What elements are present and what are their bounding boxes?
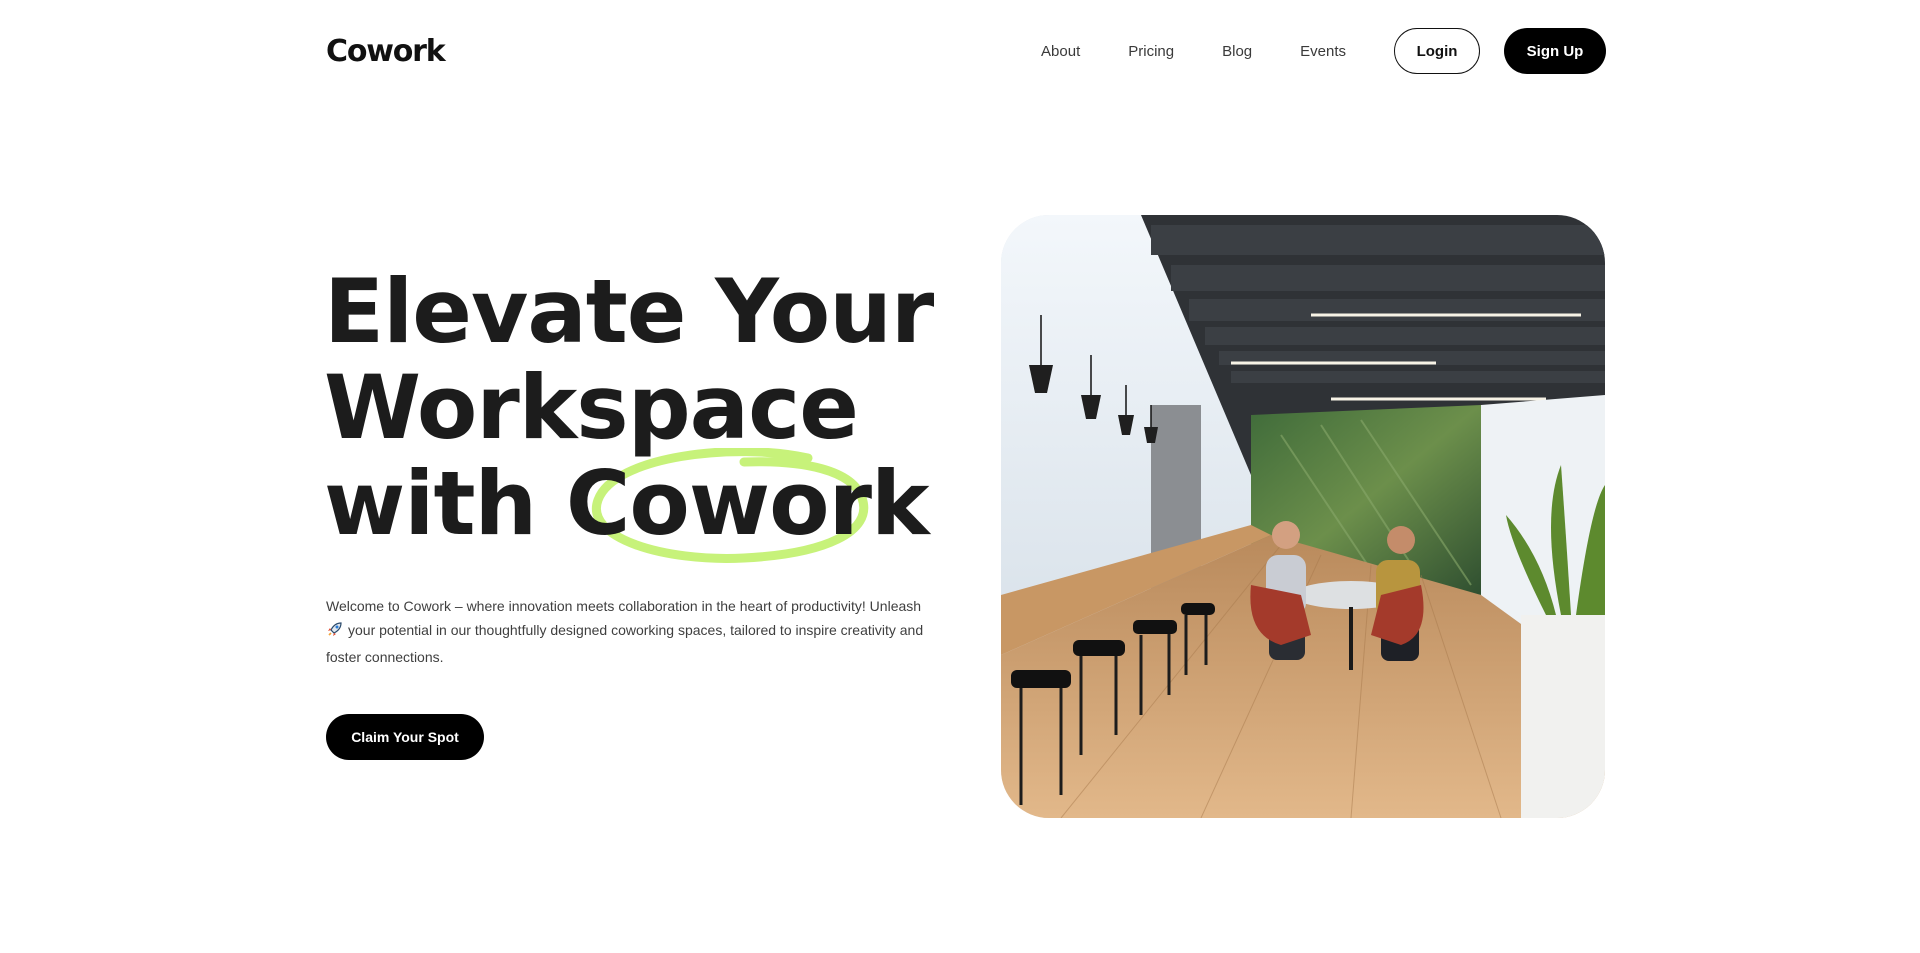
login-button[interactable]: Login (1394, 28, 1480, 74)
hero-title-line-1: Elevate Your (324, 260, 934, 363)
logo[interactable]: Cowork (326, 34, 446, 69)
nav-link-blog[interactable]: Blog (1222, 43, 1252, 60)
nav-link-events[interactable]: Events (1300, 43, 1346, 60)
signup-button[interactable]: Sign Up (1504, 28, 1606, 74)
hero-image (1001, 215, 1605, 818)
nav-link-about[interactable]: About (1041, 43, 1080, 60)
coworking-office-photo-icon (1001, 215, 1605, 818)
hero-title-prefix: with (324, 452, 566, 555)
highlight-word-wrap: Cowork (566, 448, 930, 563)
hero-title-line-2: Workspace (324, 356, 859, 459)
rocket-icon (326, 620, 344, 645)
claim-spot-button[interactable]: Claim Your Spot (326, 714, 484, 760)
nav-link-pricing[interactable]: Pricing (1128, 43, 1174, 60)
hero-description: Welcome to Cowork – where innovation mee… (326, 594, 946, 669)
hero-title: Elevate Your Workspace with Cowork (324, 260, 934, 563)
hero-title-line-3: with Cowork (324, 448, 933, 563)
hero-description-text: Welcome to Cowork – where innovation mee… (326, 598, 922, 614)
nav-menu: About Pricing Blog Events Login Sign Up (1041, 28, 1606, 74)
hero-description-text-cont: your potential in our thoughtfully desig… (326, 622, 924, 665)
hero-title-highlight: Cowork (565, 452, 930, 555)
navbar: Cowork About Pricing Blog Events Login S… (326, 28, 1606, 74)
